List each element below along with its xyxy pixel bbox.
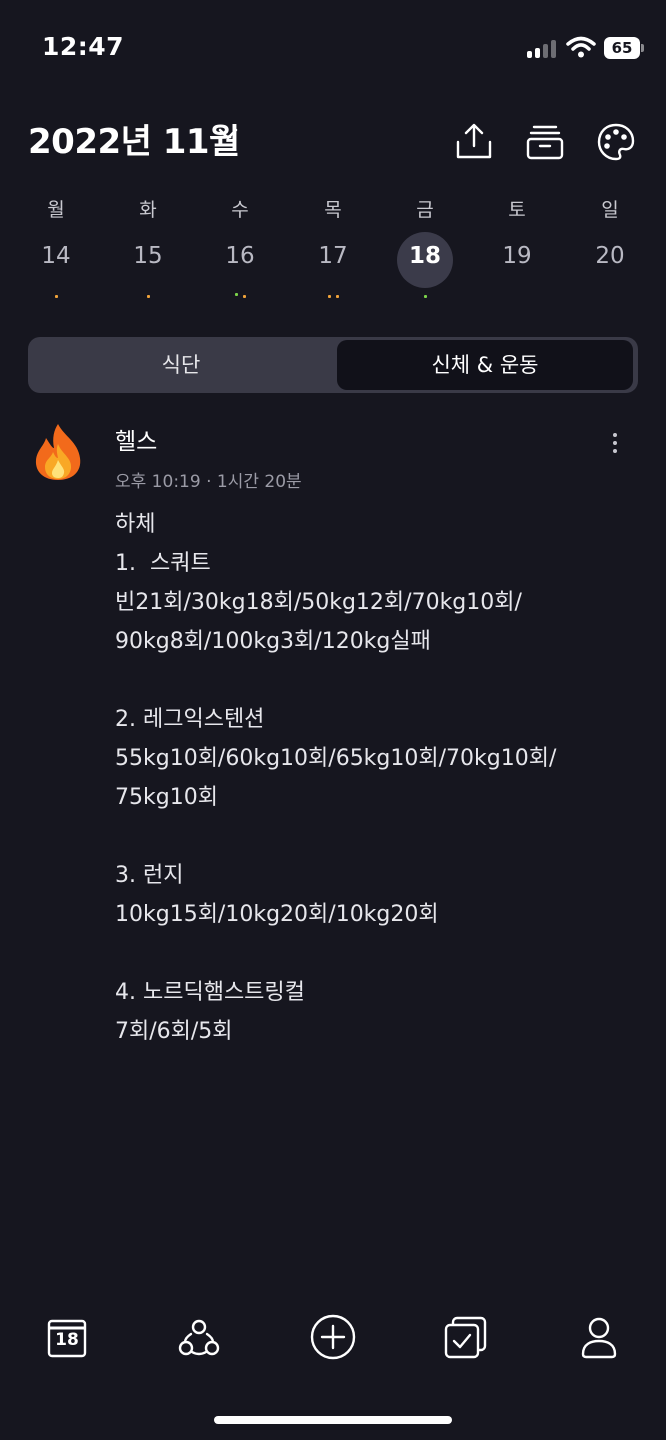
day-indicator-dot (54, 295, 58, 298)
chevron-down-icon[interactable] (216, 124, 240, 144)
profile-icon[interactable] (577, 1316, 621, 1360)
entry-title: 헬스 (115, 429, 158, 455)
day-17[interactable]: 17 (303, 243, 363, 269)
day-indicator-dot (327, 295, 331, 298)
day-16[interactable]: 16 (210, 243, 270, 269)
day-20[interactable]: 20 (580, 243, 640, 269)
day-15[interactable]: 15 (118, 243, 178, 269)
share-upload-icon[interactable] (454, 122, 494, 162)
day-indicator-dot (423, 295, 427, 298)
community-icon[interactable] (177, 1316, 221, 1360)
tab-body-exercise[interactable]: 신체 & 운동 (337, 340, 633, 390)
weekday-label: 토 (508, 199, 526, 221)
status-time: 12:47 (42, 32, 125, 61)
calendar-date-label: 18 (55, 1330, 79, 1350)
calendar-icon[interactable]: 18 (45, 1316, 89, 1360)
weekday-label: 목 (324, 199, 342, 221)
day-indicator-dot (146, 295, 150, 298)
day-indicator-dot (335, 295, 339, 298)
wifi-icon (566, 36, 596, 58)
more-options-icon[interactable] (611, 433, 619, 455)
archive-box-icon[interactable] (525, 122, 565, 162)
tab-diet[interactable]: 식단 (28, 337, 334, 393)
day-indicator-dot (234, 293, 238, 296)
month-title[interactable]: 2022년 11월 (28, 114, 240, 163)
weekday-label: 월 (47, 199, 65, 221)
day-indicator-dot (242, 295, 246, 298)
weekday-label: 금 (416, 199, 434, 221)
day-18[interactable]: 18 (395, 243, 455, 269)
weekday-label: 수 (231, 199, 249, 221)
weekday-label: 화 (139, 199, 157, 221)
battery-icon: 65 (604, 37, 640, 59)
fire-icon (35, 424, 81, 480)
battery-cap (641, 44, 644, 52)
cellular-signal-icon (527, 40, 559, 58)
checklist-icon[interactable] (443, 1316, 487, 1360)
day-19[interactable]: 19 (487, 243, 547, 269)
add-icon[interactable] (309, 1313, 357, 1361)
day-14[interactable]: 14 (26, 243, 86, 269)
home-indicator[interactable] (214, 1416, 452, 1424)
entry-body: 하체 1. 스쿼트 빈21회/30kg18회/50kg12회/70kg10회/ … (115, 512, 557, 1044)
entry-meta: 오후 10:19 · 1시간 20분 (115, 472, 302, 492)
palette-icon[interactable] (596, 122, 636, 162)
weekday-label: 일 (601, 199, 619, 221)
